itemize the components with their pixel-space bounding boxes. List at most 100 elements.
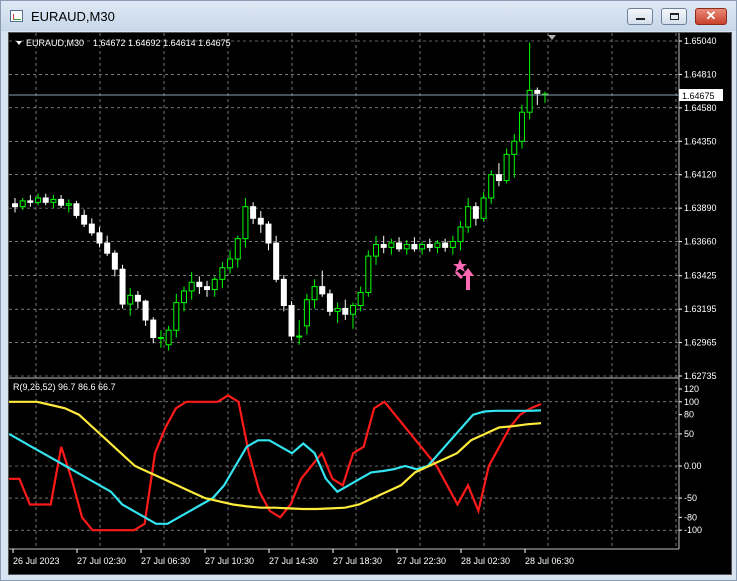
candle-body xyxy=(449,241,456,248)
title-bar[interactable]: EURAUD,M30 ✕ xyxy=(1,1,736,31)
candle-body xyxy=(265,223,272,244)
candle-body xyxy=(503,153,510,182)
candle-body xyxy=(50,198,57,203)
candle-body xyxy=(250,206,257,219)
candle-body xyxy=(273,242,280,280)
candle-body xyxy=(319,286,326,295)
candle-body xyxy=(342,307,349,315)
price-tick-label: 1.63660 xyxy=(684,237,717,247)
candle-body xyxy=(373,243,380,257)
time-tick-label: 27 Jul 14:30 xyxy=(269,556,318,566)
candle-body xyxy=(511,140,518,155)
price-tick-label: 1.63890 xyxy=(684,203,717,213)
candle-body xyxy=(19,200,26,208)
candle-body xyxy=(180,290,187,304)
candle-body xyxy=(111,252,118,270)
time-tick-label: 27 Jul 22:30 xyxy=(397,556,446,566)
candle-body xyxy=(211,278,218,291)
candle-body xyxy=(42,197,49,203)
price-tick-label: 1.64120 xyxy=(684,170,717,180)
candle-body xyxy=(142,300,149,321)
candle-body xyxy=(480,197,487,219)
candle-body xyxy=(388,242,395,248)
candle-body xyxy=(188,281,195,292)
price-tick-label: 1.64810 xyxy=(684,69,717,79)
time-tick-label: 27 Jul 10:30 xyxy=(205,556,254,566)
signal-star-icon xyxy=(453,259,467,272)
indicator-tick-label: 120 xyxy=(684,384,699,394)
candle-body xyxy=(403,243,410,250)
time-tick-label: 27 Jul 06:30 xyxy=(141,556,190,566)
symbol-label: EURAUD,M30 xyxy=(26,38,84,48)
candle-body xyxy=(27,200,34,203)
close-icon: ✕ xyxy=(705,8,717,23)
candle-body xyxy=(165,329,172,346)
indicator-tick-label: 0.00 xyxy=(684,461,702,471)
candle-body xyxy=(73,203,80,216)
candle-body xyxy=(81,214,88,225)
candle-body xyxy=(35,197,42,203)
candle-body xyxy=(288,305,295,337)
candle-body xyxy=(280,278,287,307)
candle-body xyxy=(442,242,449,248)
candle-body xyxy=(234,238,241,260)
indicator-tick-label: -100 xyxy=(684,525,702,535)
candle-body xyxy=(465,206,472,228)
candle-body xyxy=(419,243,426,250)
time-tick-label: 28 Jul 06:30 xyxy=(525,556,574,566)
chart-area[interactable]: 1.64675 EURAUD,M30 1.64672 1.64692 1.646… xyxy=(8,32,732,575)
price-tick-label: 1.62965 xyxy=(684,338,717,348)
candle-body xyxy=(204,286,211,291)
grid xyxy=(9,33,679,549)
indicator-tick-label: -50 xyxy=(684,493,697,503)
candle-body xyxy=(65,203,72,206)
candle-body xyxy=(157,336,164,339)
indicator-tick-label: 50 xyxy=(684,429,694,439)
candle-body xyxy=(58,198,65,206)
candle-body xyxy=(296,335,303,338)
indicator-lines xyxy=(8,394,542,532)
price-tick-label: 1.63195 xyxy=(684,304,717,314)
candle-body xyxy=(104,242,111,254)
candle-body xyxy=(311,286,318,301)
price-axis: 1.65040 1.64810 1.64580 1.64350 1.64120 1.638… xyxy=(679,36,717,381)
collapse-triangle-icon[interactable] xyxy=(16,41,22,45)
candle-body xyxy=(257,217,264,225)
candle-body xyxy=(411,243,418,250)
chart-shift-marker-icon[interactable] xyxy=(548,35,556,40)
candle-body xyxy=(396,242,403,250)
candle-body xyxy=(173,302,180,331)
candle-body xyxy=(434,242,441,248)
time-tick-label: 26 Jul 2023 xyxy=(13,556,60,566)
maximize-button[interactable] xyxy=(661,8,687,25)
chart-canvas[interactable]: 1.64675 EURAUD,M30 1.64672 1.64692 1.646… xyxy=(8,33,731,574)
chart-window: EURAUD,M30 ✕ 1.64675 EURAUD,M30 1.64672 … xyxy=(0,0,737,581)
window-title: EURAUD,M30 xyxy=(31,9,115,24)
candle-body xyxy=(472,206,479,219)
price-tick-label: 1.64350 xyxy=(684,136,717,146)
candle-body xyxy=(219,267,226,280)
candle-body xyxy=(365,255,372,293)
indicator-tick-label: -80 xyxy=(684,512,697,522)
candle-body xyxy=(96,232,103,244)
candle-body xyxy=(12,203,18,208)
time-tick-label: 27 Jul 02:30 xyxy=(77,556,126,566)
maximize-icon xyxy=(670,13,679,20)
candle-body xyxy=(349,305,356,315)
candle-body xyxy=(357,291,364,307)
candle-body xyxy=(196,281,203,288)
close-button[interactable]: ✕ xyxy=(695,8,727,25)
indicator-label: R(9,26,52) 96.7 86.6 66.7 xyxy=(13,382,116,392)
indicator-axis: 120 100 80 50 0.00 -50 -80 -100 xyxy=(679,384,702,535)
current-price-label: 1.64675 xyxy=(682,91,715,101)
time-axis: 26 Jul 2023 27 Jul 02:30 27 Jul 06:30 27 Ju… xyxy=(12,549,574,566)
candle-body xyxy=(119,268,126,305)
minimize-button[interactable] xyxy=(627,8,653,25)
candle-body xyxy=(426,243,433,248)
time-tick-label: 28 Jul 02:30 xyxy=(461,556,510,566)
indicator-line-r9 xyxy=(9,394,542,532)
candle-body xyxy=(380,243,387,248)
indicator-line-r52 xyxy=(9,400,542,511)
indicator-tick-label: 80 xyxy=(684,410,694,420)
candle-body xyxy=(326,293,333,312)
